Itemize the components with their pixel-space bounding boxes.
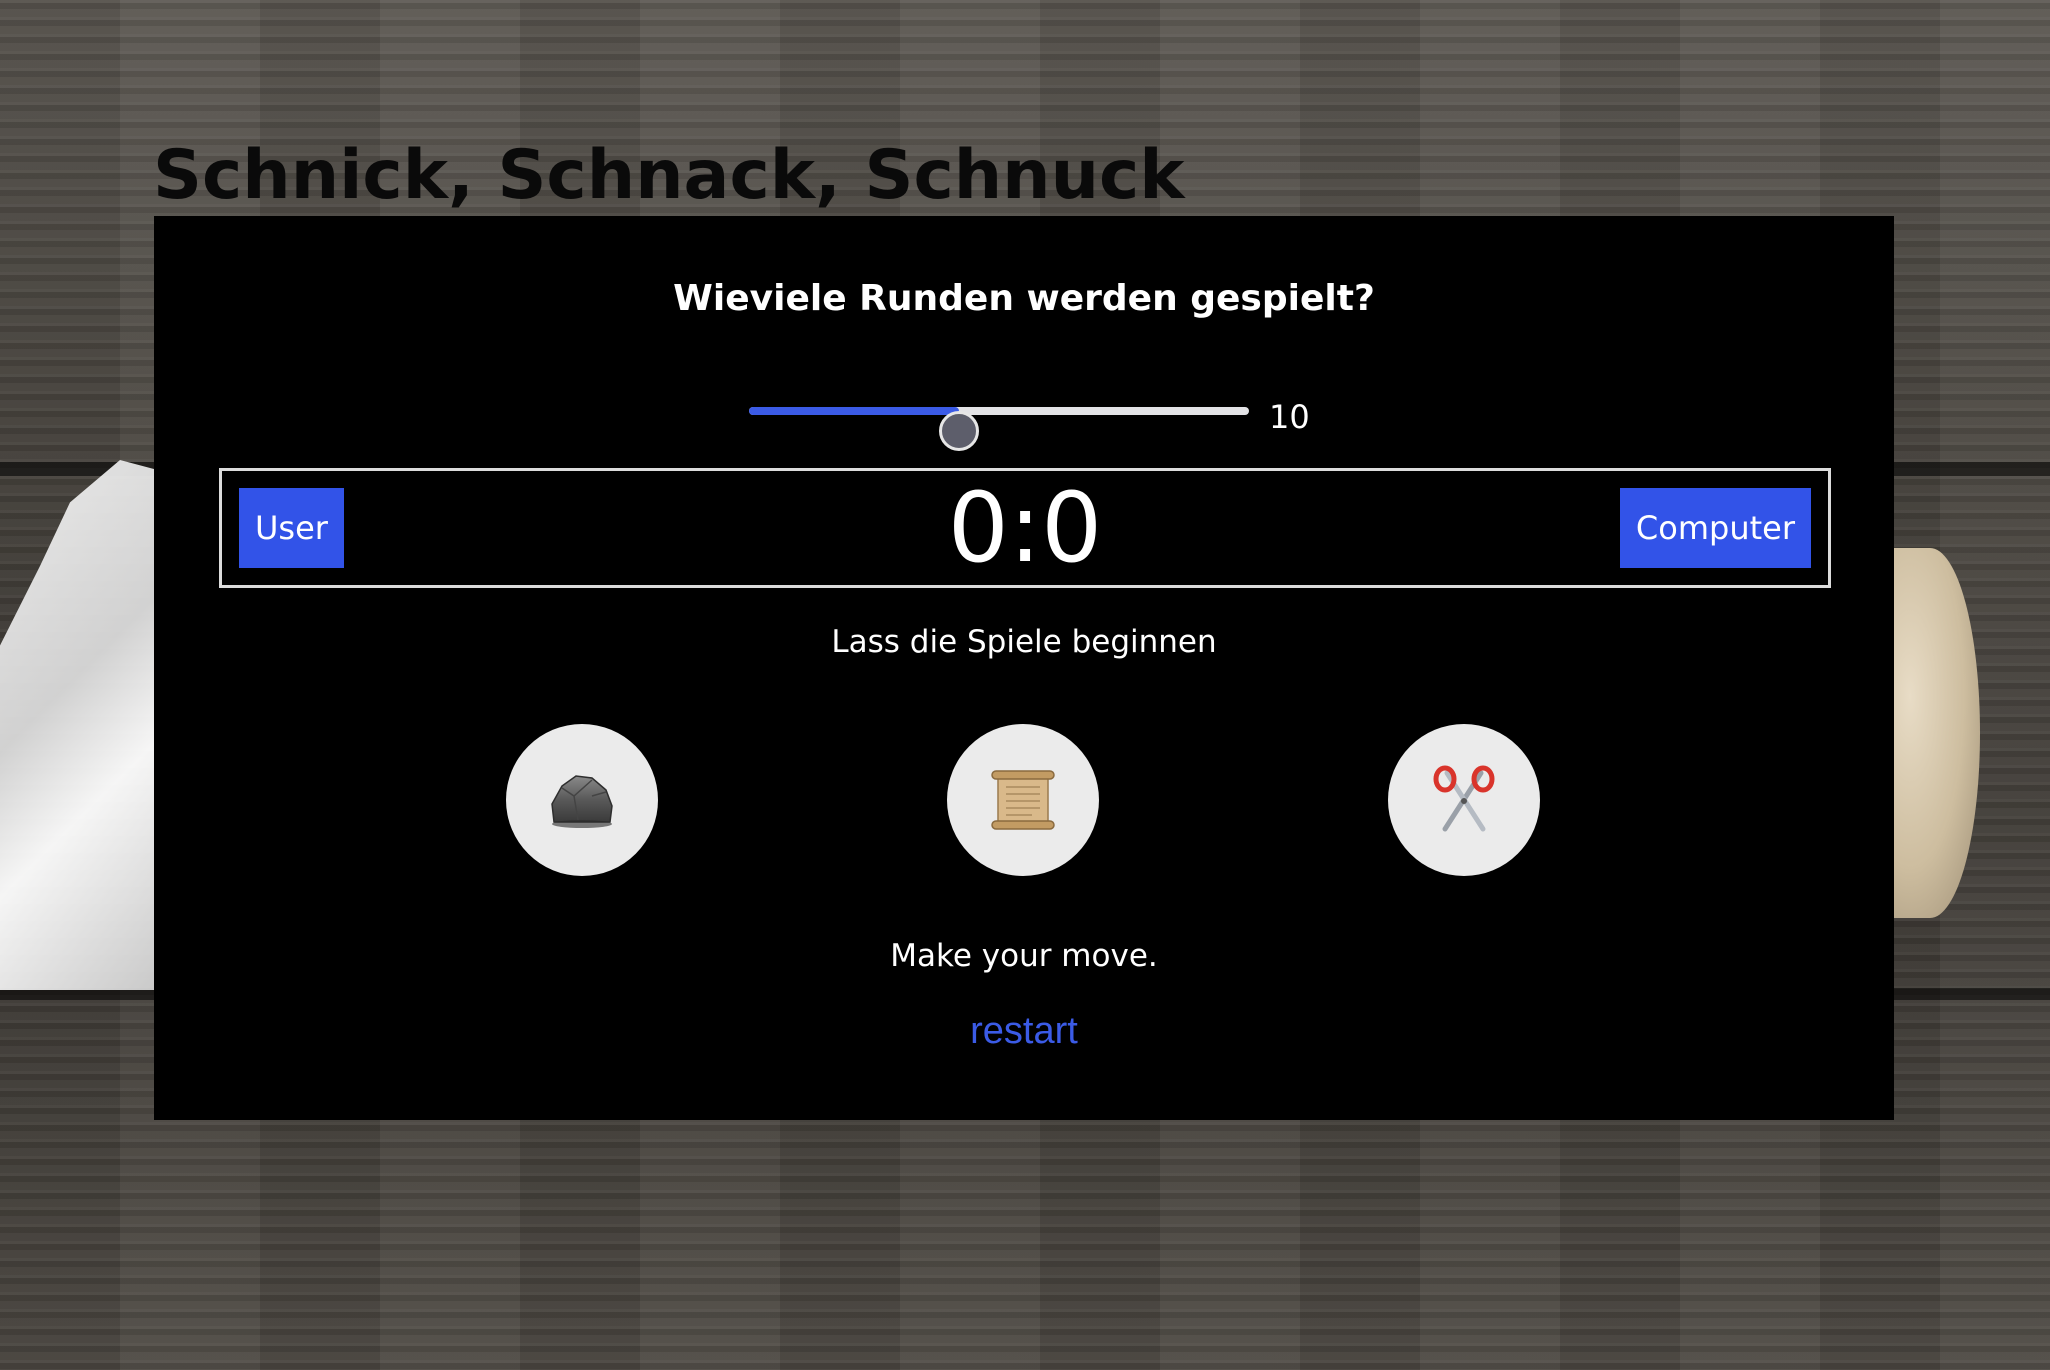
rock-icon	[551, 775, 613, 828]
game-panel: Wieviele Runden werden gespielt? 10 User…	[154, 216, 1894, 1120]
scoreboard: User 0:0 Computer	[219, 468, 1831, 588]
scroll-icon	[991, 770, 1055, 830]
move-prompt: Make your move.	[890, 938, 1158, 974]
rounds-question: Wieviele Runden werden gespielt?	[673, 278, 1375, 319]
background-rock-image	[1880, 548, 1980, 918]
paper-button[interactable]	[947, 724, 1099, 876]
restart-link[interactable]: restart	[154, 1010, 1894, 1053]
rock-button[interactable]	[506, 724, 658, 876]
rounds-slider[interactable]: 10	[749, 386, 1310, 451]
scissors-button[interactable]	[1388, 724, 1540, 876]
slider-thumb[interactable]	[939, 411, 979, 451]
rounds-value: 10	[1269, 398, 1310, 436]
computer-badge: Computer	[1619, 488, 1811, 568]
page-title: Schnick, Schnack, Schnuck	[153, 136, 1185, 215]
status-message: Lass die Spiele beginnen	[831, 624, 1217, 660]
scissors-icon	[1433, 765, 1495, 832]
slider-fill	[749, 407, 959, 415]
slider-track[interactable]	[749, 407, 1249, 451]
score-display: 0:0	[947, 472, 1103, 584]
